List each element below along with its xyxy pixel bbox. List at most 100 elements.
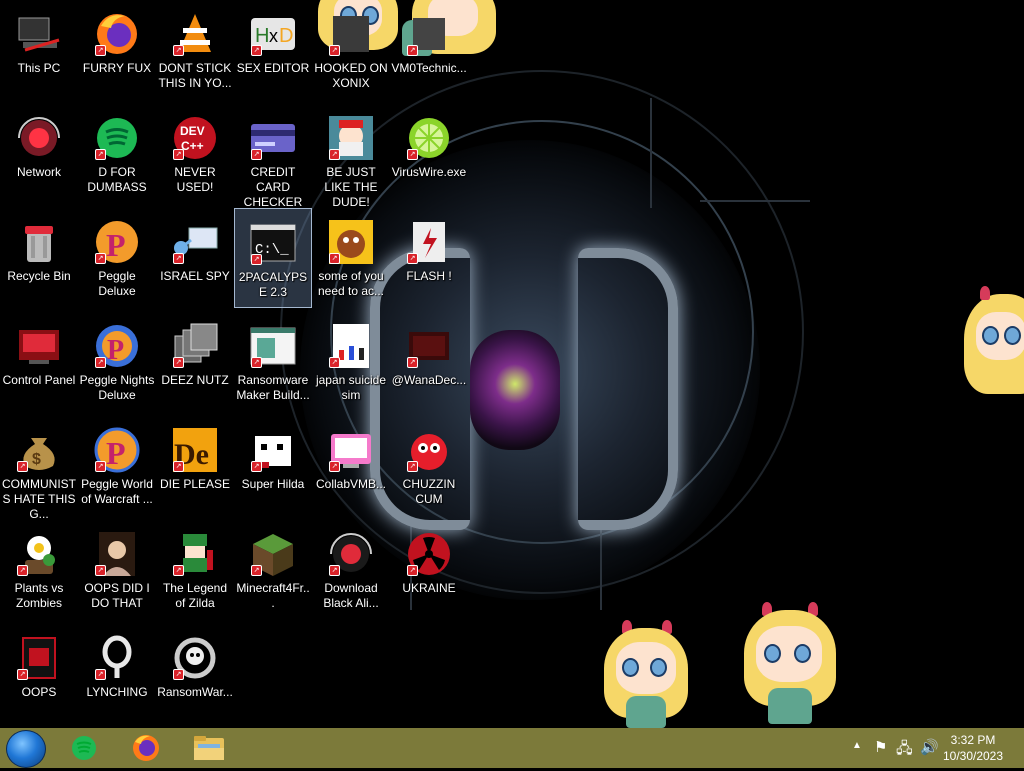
window-app-icon: ↗ (249, 322, 297, 370)
desktop-icon[interactable]: ↗ Super Hilda (234, 416, 312, 516)
taskbar-explorer-button[interactable] (182, 730, 234, 766)
spy-network-icon: ↗ (171, 218, 219, 266)
desktop-icon[interactable]: ↗ FLASH ! (390, 208, 468, 308)
desktop-icon[interactable]: Hx D ↗ SEX EDITOR (234, 0, 312, 100)
svg-text:DEV: DEV (180, 124, 205, 138)
desktop-icon-label: CollabVMB... (315, 477, 387, 491)
rope-icon: ↗ (93, 634, 141, 682)
wanadecrypt-icon: ↗ (405, 322, 453, 370)
shortcut-arrow-icon: ↗ (95, 669, 106, 680)
shortcut-arrow-icon: ↗ (251, 254, 262, 265)
dog-icon: ↗ (327, 218, 375, 266)
desktop-icon[interactable]: Network (0, 104, 78, 204)
desktop-icon[interactable]: ↗ VM0Technic... (390, 0, 468, 100)
document-icon: ↗ (327, 322, 375, 370)
collabvm-icon: ↗ (327, 426, 375, 474)
flag-icon[interactable]: ⚑ (874, 738, 887, 756)
shortcut-arrow-icon: ↗ (329, 149, 340, 160)
shortcut-arrow-icon: ↗ (251, 565, 262, 576)
desktop-icon[interactable]: DEV C++ ↗ NEVER USED! (156, 104, 234, 204)
desktop-icon[interactable]: ↗ OOPS DID I DO THAT (78, 520, 156, 620)
shortcut-arrow-icon: ↗ (95, 357, 106, 368)
desktop-icon[interactable]: P ↗ Peggle World of Warcraft ... (78, 416, 156, 516)
desktop-icon[interactable]: ↗ OOPS (0, 624, 78, 724)
clock-date: 10/30/2023 (942, 749, 1004, 763)
desktop-icon[interactable]: ↗ ISRAEL SPY (156, 208, 234, 308)
desktop-icon-label: @WanaDec... (391, 373, 467, 387)
desktop-icon[interactable]: ↗ DONT STICK THIS IN YO... (156, 0, 234, 100)
desktop-icon[interactable]: ↗ VirusWire.exe (390, 104, 468, 204)
desktop-icon-label: Peggle Nights Deluxe (79, 373, 155, 402)
desktop-icon[interactable]: ↗ D FOR DUMBASS (78, 104, 156, 204)
desktop-icon-label: Peggle Deluxe (98, 269, 136, 298)
minecraft-block-icon: ↗ (249, 530, 297, 578)
shortcut-arrow-icon: ↗ (95, 149, 106, 160)
svg-text:P: P (106, 435, 126, 471)
peggle-nights-icon: P ↗ (93, 322, 141, 370)
peggle-wow-icon: P ↗ (93, 426, 141, 474)
desktop-icon[interactable]: ↗ RansomWar... (156, 624, 234, 724)
desktop-icon[interactable]: ↗ Plants vs Zombies (0, 520, 78, 620)
desktop-icon[interactable]: This PC (0, 0, 78, 100)
radiation-icon: ↗ (405, 530, 453, 578)
desktop-icon[interactable]: P ↗ Peggle Nights Deluxe (78, 312, 156, 412)
peggle-icon: P ↗ (93, 218, 141, 266)
shortcut-arrow-icon: ↗ (407, 45, 418, 56)
desktop-icon-label: NEVER USED! (174, 165, 216, 194)
desktop-icon[interactable]: ↗ CREDIT CARD CHECKER (234, 104, 312, 209)
svg-text:D: D (279, 25, 293, 47)
desktop-icon[interactable]: ↗ Download Black Ali... (312, 520, 390, 620)
folder-icon (194, 736, 224, 760)
desktop-icon[interactable]: Recycle Bin (0, 208, 78, 308)
desktop[interactable]: This PC ↗ FURRY FUX ↗ DONT STICK THIS IN YO.… (0, 0, 1024, 728)
money-bag-icon: $ ↗ (15, 426, 63, 474)
desktop-icon[interactable]: ↗ LYNCHING (78, 624, 156, 724)
desktop-icon-label: Peggle World of Warcraft ... (81, 477, 153, 506)
desktop-icon[interactable]: ↗ Ransomware Maker Build... (234, 312, 312, 412)
desktop-icon[interactable]: De ↗ DIE PLEASE (156, 416, 234, 516)
devcpp-icon: DEV C++ ↗ (171, 114, 219, 162)
desktop-icon[interactable]: ↗ CHUZZIN CUM (390, 416, 468, 516)
app-icon: ↗ (405, 10, 453, 58)
desktop-icon[interactable]: ↗ HOOKED ON XONIX (312, 0, 390, 100)
start-orb-icon[interactable] (6, 730, 46, 768)
desktop-icon-label: Plants vs Zombies (14, 581, 64, 610)
desktop-icon-label: Network (16, 165, 61, 179)
network-icon[interactable]: 🖧 (896, 738, 913, 763)
shortcut-arrow-icon: ↗ (329, 461, 340, 472)
desktop-icon-label: DIE PLEASE (159, 477, 231, 491)
desktop-icon[interactable]: ↗ DEEZ NUTZ (156, 312, 234, 412)
desktop-icon[interactable]: ↗ japan suicide sim (312, 312, 390, 412)
chevron-up-icon[interactable]: ▲ (852, 740, 862, 751)
shortcut-arrow-icon: ↗ (95, 565, 106, 576)
desktop-icon[interactable]: ↗ Minecraft4Fr... (234, 520, 312, 620)
desktop-icon[interactable]: ↗ FURRY FUX (78, 0, 156, 100)
desktop-icon-label: japan suicide sim (315, 373, 387, 402)
desktop-icon[interactable]: ↗ UKRAINE (390, 520, 468, 620)
desktop-icon[interactable]: ↗ CollabVMB... (312, 416, 390, 516)
desktop-icon[interactable]: ↗ BE JUST LIKE THE DUDE! (312, 104, 390, 209)
desktop-icon[interactable]: ↗ The Legend of Zilda (156, 520, 234, 620)
taskbar-firefox-button[interactable] (120, 730, 172, 766)
desktop-icon-label: HOOKED ON XONIX (314, 61, 388, 90)
dude-icon: ↗ (327, 114, 375, 162)
shortcut-arrow-icon: ↗ (95, 461, 106, 472)
desktop-icon[interactable]: P ↗ Peggle Deluxe (78, 208, 156, 308)
clock[interactable]: 3:32 PM 10/30/2023 (936, 732, 1010, 764)
desktop-icon[interactable]: ↗ some of you need to ac... (312, 208, 390, 308)
shortcut-arrow-icon: ↗ (173, 565, 184, 576)
desktop-icon[interactable]: ↗ @WanaDec... (390, 312, 468, 412)
desktop-icon[interactable]: Control Panel (0, 312, 78, 412)
desktop-icon-label: Control Panel (2, 373, 76, 387)
shortcut-arrow-icon: ↗ (173, 669, 184, 680)
desktop-icon-label: This PC (17, 61, 61, 75)
star-cartoon-right (962, 284, 1024, 404)
desktop-icon[interactable]: C:\_ ↗ 2PACALYPSE 2.3 (234, 208, 312, 308)
shortcut-arrow-icon: ↗ (17, 461, 28, 472)
shortcut-arrow-icon: ↗ (329, 565, 340, 576)
taskbar-spotify-button[interactable] (58, 730, 110, 766)
shortcut-arrow-icon: ↗ (95, 45, 106, 56)
desktop-icon-label: D FOR DUMBASS (87, 165, 147, 194)
shortcut-arrow-icon: ↗ (407, 149, 418, 160)
desktop-icon[interactable]: $ ↗ COMMUNISTS HATE THIS G... (0, 416, 78, 521)
